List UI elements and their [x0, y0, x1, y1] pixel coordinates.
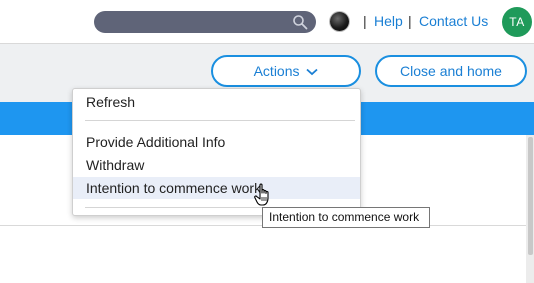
- search-icon[interactable]: [292, 14, 308, 30]
- menu-item-refresh[interactable]: Refresh: [73, 91, 360, 113]
- menu-item-provide-additional-info[interactable]: Provide Additional Info: [73, 131, 360, 153]
- hand-pointer-icon: [254, 183, 269, 206]
- help-link[interactable]: Help: [374, 13, 403, 29]
- close-and-home-label: Close and home: [400, 63, 502, 79]
- actions-button-label: Actions: [253, 63, 300, 79]
- actions-dropdown-menu: Refresh Provide Additional Info Withdraw…: [72, 88, 361, 216]
- separator: |: [363, 13, 367, 29]
- search-input[interactable]: [94, 11, 316, 33]
- menu-item-withdraw[interactable]: Withdraw: [73, 154, 360, 176]
- tooltip: Intention to commence work: [262, 207, 430, 228]
- theme-toggle-icon[interactable]: [330, 12, 349, 31]
- menu-separator: [85, 120, 355, 121]
- actions-button[interactable]: Actions: [211, 55, 361, 87]
- chevron-down-icon: [306, 69, 319, 76]
- contact-us-link[interactable]: Contact Us: [419, 13, 488, 29]
- avatar[interactable]: TA: [502, 7, 532, 37]
- top-bar: | Help | Contact Us TA: [0, 0, 534, 44]
- scrollbar-thumb[interactable]: [528, 137, 533, 255]
- separator: |: [408, 13, 412, 29]
- menu-item-intention-to-commence-work[interactable]: Intention to commence work: [73, 177, 360, 199]
- close-and-home-button[interactable]: Close and home: [375, 55, 527, 87]
